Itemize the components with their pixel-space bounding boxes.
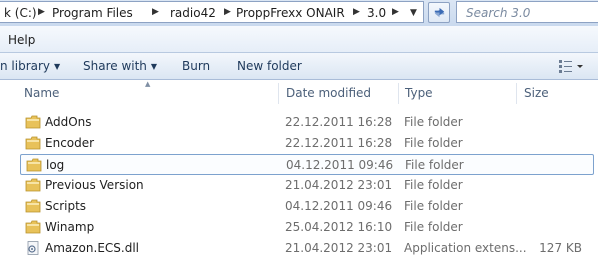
column-header-name[interactable]: Name: [24, 80, 59, 106]
folder-icon: [25, 136, 41, 150]
file-date: 21.04.2012 23:01: [285, 241, 393, 255]
include-in-library-button[interactable]: n library ▼: [0, 58, 60, 75]
file-name: Scripts: [45, 199, 87, 213]
file-row-log[interactable]: log 04.12.2011 09:46 File folder: [20, 154, 594, 175]
file-row-previous-version[interactable]: Previous Version 21.04.2012 23:01 File f…: [20, 175, 594, 196]
file-name: AddOns: [45, 115, 92, 129]
file-name: Encoder: [45, 136, 95, 150]
include-in-library-label: n library: [0, 59, 51, 73]
chevron-down-icon: ▼: [150, 62, 158, 71]
file-type: File folder: [404, 220, 463, 234]
file-type: File folder: [405, 158, 464, 172]
folder-icon: [25, 220, 41, 234]
file-row-scripts[interactable]: Scripts 04.12.2011 09:46 File folder: [20, 196, 594, 217]
search-box[interactable]: Search 3.0: [456, 1, 598, 23]
breadcrumb-radio42[interactable]: radio42: [170, 5, 216, 21]
breadcrumb-proppfrexx[interactable]: ProppFrexx ONAIR: [236, 5, 345, 21]
column-header-date-modified[interactable]: Date modified: [286, 80, 371, 106]
burn-button[interactable]: Burn: [182, 58, 210, 74]
new-folder-button[interactable]: New folder: [237, 58, 302, 74]
menu-help[interactable]: Help: [8, 32, 35, 48]
file-date: 22.12.2011 16:28: [285, 115, 393, 129]
file-date: 21.04.2012 23:01: [285, 178, 393, 192]
file-date: 04.12.2011 09:46: [286, 158, 394, 172]
file-size: 127 KB: [539, 241, 582, 255]
breadcrumb[interactable]: k (C:) ▶ Program Files ▶ radio42 ▶ Propp…: [0, 1, 424, 23]
file-row-addons[interactable]: AddOns 22.12.2011 16:28 File folder: [20, 112, 594, 133]
file-type: File folder: [404, 199, 463, 213]
refresh-icon: [434, 7, 445, 18]
file-row-winamp[interactable]: Winamp 25.04.2012 16:10 File folder: [20, 217, 594, 238]
file-row-amazon-ecs-dll[interactable]: Amazon.ECS.dll 21.04.2012 23:01 Applicat…: [20, 238, 594, 259]
file-row-encoder[interactable]: Encoder 22.12.2011 16:28 File folder: [20, 133, 594, 154]
address-bar-region: k (C:) ▶ Program Files ▶ radio42 ▶ Propp…: [0, 0, 598, 26]
command-bar: n library ▼ Share with ▼ Burn New folder: [0, 53, 598, 80]
search-input[interactable]: Search 3.0: [466, 5, 530, 21]
menu-bar: Help: [0, 26, 598, 53]
breadcrumb-separator-icon[interactable]: ▶: [224, 4, 231, 20]
column-divider[interactable]: [516, 83, 517, 104]
file-name: log: [46, 158, 65, 172]
folder-icon: [25, 115, 41, 129]
file-name: Amazon.ECS.dll: [45, 241, 139, 255]
file-type: File folder: [404, 115, 463, 129]
dll-file-icon: [27, 241, 39, 255]
file-list: AddOns 22.12.2011 16:28 File folder Enco…: [0, 106, 598, 264]
file-name: Winamp: [45, 220, 95, 234]
file-name: Previous Version: [45, 178, 144, 192]
breadcrumb-drive[interactable]: k (C:): [4, 5, 37, 21]
column-divider[interactable]: [398, 83, 399, 104]
sort-ascending-icon: ▲: [145, 80, 151, 88]
column-header-type[interactable]: Type: [405, 80, 433, 106]
file-type: Application extens...: [404, 241, 527, 255]
column-headers: ▲ Name Date modified Type Size: [0, 80, 598, 106]
file-date: 25.04.2012 16:10: [285, 220, 393, 234]
share-with-label: Share with: [83, 59, 147, 73]
breadcrumb-separator-icon[interactable]: ▶: [38, 4, 45, 20]
change-view-icon[interactable]: [557, 58, 595, 74]
file-date: 04.12.2011 09:46: [285, 199, 393, 213]
chevron-down-icon: ▼: [54, 62, 61, 71]
folder-icon: [26, 158, 42, 172]
breadcrumb-separator-icon[interactable]: ▶: [392, 4, 399, 20]
file-date: 22.12.2011 16:28: [285, 136, 393, 150]
folder-icon: [25, 199, 41, 213]
file-type: File folder: [404, 136, 463, 150]
breadcrumb-separator-icon[interactable]: ▶: [152, 4, 159, 20]
column-divider[interactable]: [278, 83, 279, 104]
file-type: File folder: [404, 178, 463, 192]
address-dropdown-icon[interactable]: ▼: [410, 5, 417, 21]
refresh-button[interactable]: [428, 2, 450, 23]
breadcrumb-program-files[interactable]: Program Files: [52, 5, 133, 21]
folder-icon: [25, 178, 41, 192]
breadcrumb-version[interactable]: 3.0: [367, 5, 386, 21]
column-header-size[interactable]: Size: [524, 80, 549, 106]
share-with-button[interactable]: Share with ▼: [83, 58, 157, 75]
breadcrumb-separator-icon[interactable]: ▶: [353, 4, 360, 20]
